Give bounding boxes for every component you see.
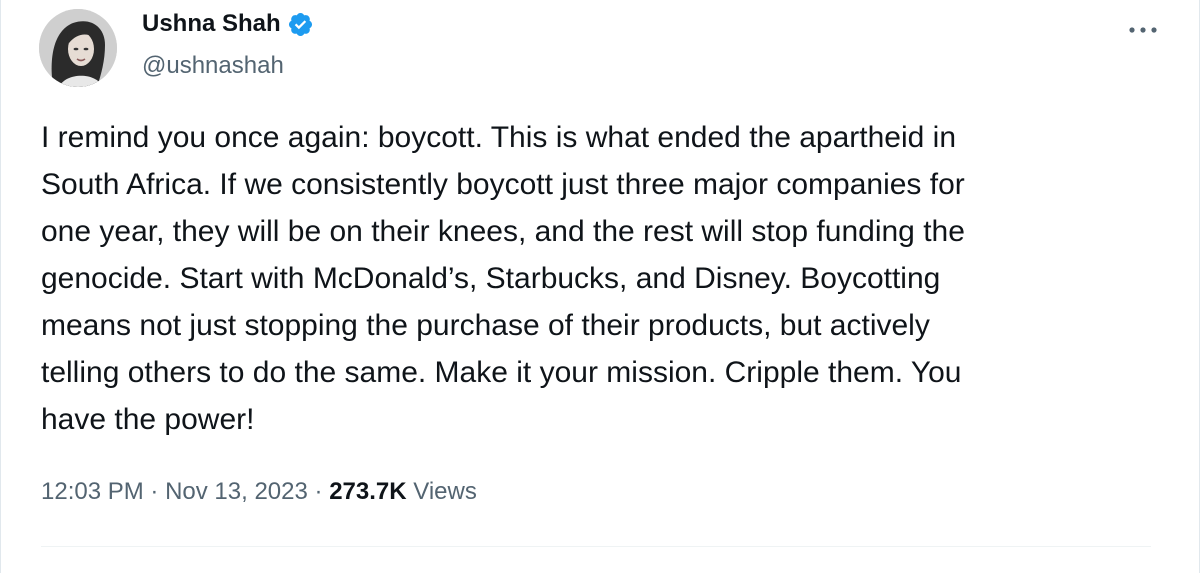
more-options-button[interactable]: [1125, 18, 1161, 42]
verified-badge-icon: [288, 12, 312, 36]
divider: [41, 546, 1151, 547]
views-label: Views: [413, 478, 477, 505]
avatar[interactable]: [39, 9, 117, 87]
author-name-row: Ushna Shah: [142, 10, 314, 38]
profile-photo-icon: [39, 9, 117, 87]
tweet-time[interactable]: 12:03 PM: [41, 478, 144, 505]
meta-separator: ·: [150, 478, 159, 505]
author-name[interactable]: Ushna Shah: [142, 10, 281, 38]
author-handle[interactable]: @ushnashah: [142, 52, 284, 80]
tweet-card: Ushna Shah @ushnashah I remind you once …: [0, 0, 1200, 573]
meta-separator: ·: [314, 478, 323, 505]
tweet-date[interactable]: Nov 13, 2023: [165, 478, 308, 505]
tweet-meta: 12:03 PM · Nov 13, 2023 · 273.7K Views: [41, 478, 477, 506]
views-count: 273.7K: [329, 478, 407, 505]
tweet-text: I remind you once again: boycott. This i…: [41, 121, 965, 436]
more-horizontal-icon: [1129, 27, 1157, 33]
